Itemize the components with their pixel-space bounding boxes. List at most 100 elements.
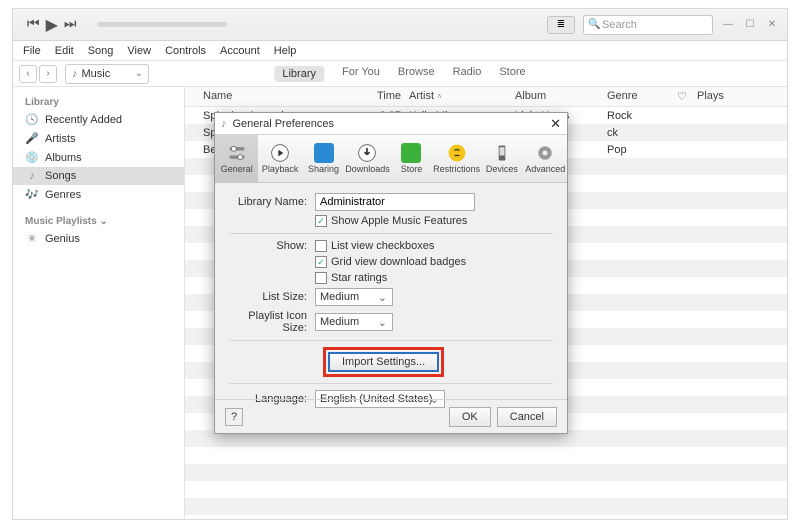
menu-song[interactable]: Song [88, 45, 114, 57]
nav-forward-icon[interactable]: › [39, 65, 57, 83]
library-name-input[interactable] [315, 193, 475, 211]
sidebar-item-label: Songs [45, 170, 76, 182]
tab-foryou[interactable]: For You [342, 66, 380, 82]
sidebar-item-albums[interactable]: 💿 Albums [13, 148, 184, 167]
pref-tab-downloads[interactable]: Downloads [345, 135, 390, 182]
tab-label: General [221, 164, 253, 174]
menu-bar: File Edit Song View Controls Account Hel… [13, 41, 787, 61]
sidebar-item-genres[interactable]: 🎶Genres [13, 185, 184, 204]
tab-browse[interactable]: Browse [398, 66, 435, 82]
play-icon[interactable]: ▶ [46, 15, 58, 35]
col-name[interactable]: Name [203, 90, 373, 103]
menu-controls[interactable]: Controls [165, 45, 206, 57]
dialog-title: General Preferences [233, 118, 335, 130]
menu-account[interactable]: Account [220, 45, 260, 57]
checkbox-label: Grid view download badges [331, 256, 466, 268]
library-name-label: Library Name: [229, 196, 315, 208]
menu-edit[interactable]: Edit [55, 45, 74, 57]
dialog-footer: ? OK Cancel [215, 399, 567, 433]
tab-library[interactable]: Library [274, 66, 324, 82]
dialog-titlebar[interactable]: ♪ General Preferences ✕ [215, 113, 567, 135]
star-ratings-checkbox[interactable] [315, 272, 327, 284]
play-circle-icon [270, 143, 290, 163]
tab-label: Playback [262, 164, 299, 174]
tab-label: Store [401, 164, 423, 174]
pref-tab-sharing[interactable]: Sharing [302, 135, 345, 182]
list-checkboxes-checkbox[interactable] [315, 240, 327, 252]
sidebar-head-library: Library [13, 93, 184, 110]
show-apple-music-checkbox[interactable]: ✓ [315, 215, 327, 227]
checkbox-label: Star ratings [331, 272, 387, 284]
pref-tab-playback[interactable]: Playback [258, 135, 301, 182]
sidebar-item-artists[interactable]: 🎤Artists [13, 129, 184, 148]
tab-label: Sharing [308, 164, 339, 174]
search-input[interactable]: Search [583, 15, 713, 35]
select-value: Medium [320, 291, 359, 303]
import-settings-button[interactable]: Import Settings... [328, 352, 439, 372]
app-icon: ♪ [221, 118, 227, 130]
tab-store[interactable]: Store [499, 66, 525, 82]
prev-track-icon[interactable]: ⏮ [27, 15, 40, 35]
pref-tab-devices[interactable]: Devices [480, 135, 523, 182]
sidebar-item-songs[interactable]: ♪Songs [13, 167, 184, 185]
col-genre[interactable]: Genre [607, 90, 667, 103]
select-value: Medium [320, 316, 359, 328]
sidebar-item-label: Albums [45, 152, 82, 164]
sidebar-item-label: Genius [45, 233, 80, 245]
sidebar-item-recent[interactable]: 🕓Recently Added [13, 110, 184, 129]
checkbox-label: List view checkboxes [331, 240, 434, 252]
menu-view[interactable]: View [127, 45, 151, 57]
store-icon [401, 143, 421, 163]
maximize-icon[interactable]: ☐ [743, 18, 757, 32]
sharing-icon [314, 143, 334, 163]
pref-tab-restrictions[interactable]: Restrictions [433, 135, 480, 182]
minimize-icon[interactable]: — [721, 18, 735, 32]
chevron-down-icon[interactable]: ⌄ [99, 216, 107, 227]
sidebar: Library 🕓Recently Added 🎤Artists 💿 Albums… [13, 87, 185, 519]
close-icon[interactable]: ✕ [550, 116, 561, 132]
pref-tab-general[interactable]: General [215, 135, 258, 182]
pref-tab-store[interactable]: Store [390, 135, 433, 182]
sidebar-head-playlists: Music Playlists ⌄ [13, 212, 184, 229]
ok-button[interactable]: OK [449, 407, 491, 427]
pref-tab-advanced[interactable]: Advanced [524, 135, 567, 182]
menu-help[interactable]: Help [274, 45, 297, 57]
list-view-toggle[interactable]: ≣ [547, 16, 575, 34]
col-time[interactable]: Time [373, 90, 409, 103]
show-label: Show: [229, 240, 315, 252]
player-bar: ⏮ ▶ ⏭ ≣ Search — ☐ ✕ [13, 9, 787, 41]
col-artist[interactable]: Artist ˄ [409, 90, 515, 103]
preferences-dialog: ♪ General Preferences ✕ General Playback… [214, 112, 568, 434]
source-dropdown[interactable]: ♪ Music [65, 64, 149, 84]
clock-icon: 🕓 [25, 113, 39, 126]
sidebar-item-label: Artists [45, 133, 76, 145]
col-plays[interactable]: Plays [697, 90, 787, 103]
nav-back-icon[interactable]: ‹ [19, 65, 37, 83]
pref-body: Library Name: ✓ Show Apple Music Feature… [215, 183, 567, 408]
list-size-label: List Size: [229, 291, 315, 303]
sort-asc-icon: ˄ [437, 92, 442, 101]
tab-radio[interactable]: Radio [453, 66, 482, 82]
grid-badges-checkbox[interactable]: ✓ [315, 256, 327, 268]
help-button[interactable]: ? [225, 408, 243, 426]
volume-slider[interactable] [97, 22, 227, 27]
menu-file[interactable]: File [23, 45, 41, 57]
playlist-icon-size-select[interactable]: Medium [315, 313, 393, 331]
close-window-icon[interactable]: ✕ [765, 18, 779, 32]
col-album[interactable]: Album [515, 90, 607, 103]
next-track-icon[interactable]: ⏭ [64, 15, 77, 35]
album-icon: 💿 [25, 151, 39, 164]
playlist-icon-size-label: Playlist Icon Size: [229, 310, 315, 334]
cancel-button[interactable]: Cancel [497, 407, 557, 427]
switches-icon [227, 143, 247, 163]
restrictions-icon [447, 143, 467, 163]
sidebar-item-genius[interactable]: ✳ Genius [13, 229, 184, 248]
col-heart[interactable]: ♡ [667, 90, 697, 103]
genius-icon: ✳ [25, 232, 39, 245]
list-size-select[interactable]: Medium [315, 288, 393, 306]
cell-genre: ck [607, 127, 667, 139]
sidebar-item-label: Genres [45, 189, 81, 201]
download-icon [357, 143, 377, 163]
column-headers: Name Time Artist ˄ Album Genre ♡ Plays [185, 87, 787, 107]
checkbox-label: Show Apple Music Features [331, 215, 467, 227]
